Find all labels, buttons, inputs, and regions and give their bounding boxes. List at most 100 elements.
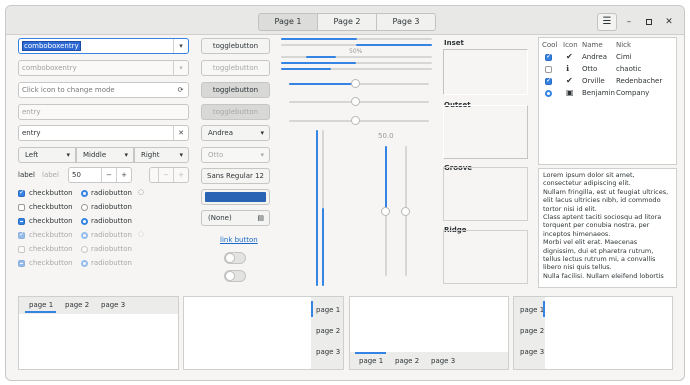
column-header-name[interactable]: Name xyxy=(582,41,603,49)
spin-label: label xyxy=(18,171,35,179)
hscale-1-knob[interactable] xyxy=(351,79,360,88)
text-line: Class aptent taciti sociosqu ad litora xyxy=(543,213,662,222)
align-middle-button[interactable]: Middle ▾ xyxy=(76,147,134,163)
tab-page-1[interactable]: Page 1 xyxy=(258,13,318,31)
row-radio[interactable] xyxy=(545,90,552,97)
radio-1[interactable] xyxy=(81,190,88,197)
notebook-top-tab-1[interactable]: page 1 xyxy=(29,301,53,309)
notebook-left-tab-2[interactable]: page 2 xyxy=(520,327,544,335)
spin-value: 50 xyxy=(72,171,81,179)
align-right-button[interactable]: Right ▾ xyxy=(134,147,189,163)
spin-button[interactable]: 50 − + xyxy=(68,167,132,183)
notebook-left-tab-3[interactable]: page 3 xyxy=(520,348,544,356)
text-line: Nullam fringilla, est ut feugiat ultrice… xyxy=(543,187,669,196)
togglebutton-3[interactable]: togglebutton xyxy=(201,82,270,98)
link-button[interactable]: link button xyxy=(220,236,258,244)
radio-label: radiobutton xyxy=(91,245,132,253)
column-header-icon[interactable]: Icon xyxy=(563,41,578,49)
maximize-button[interactable] xyxy=(641,14,657,30)
progress-fill xyxy=(306,56,336,58)
combo-andrea[interactable]: Andrea ▾ xyxy=(201,125,270,141)
notebook-right-tab-2[interactable]: page 2 xyxy=(316,327,340,335)
togglebutton-2: togglebutton xyxy=(201,60,270,76)
checkbox-1[interactable]: ✓ xyxy=(18,188,25,197)
align-left-button[interactable]: Left ▾ xyxy=(18,147,76,163)
entry-field[interactable]: entry ✕ xyxy=(18,125,189,141)
switch-2[interactable] xyxy=(224,270,246,282)
text-line: inceptos himenaeos. xyxy=(543,229,611,238)
chevron-down-icon[interactable]: ▾ xyxy=(173,39,188,53)
radio-label: radiobutton xyxy=(91,259,132,267)
font-button[interactable]: Sans Regular 12 xyxy=(201,168,270,184)
notebook-right-tab-3[interactable]: page 3 xyxy=(316,348,340,356)
vscale-2-knob xyxy=(401,207,410,216)
spin-minus-button[interactable]: − xyxy=(101,168,116,182)
notebook-top-tabs: page 1 page 2 page 3 xyxy=(19,297,178,314)
checkbox-label: checkbutton xyxy=(29,217,73,225)
combobox-entry-disabled-text: comboboxentry xyxy=(22,64,77,72)
color-button[interactable] xyxy=(201,189,270,205)
spin-plus-disabled: + xyxy=(173,168,188,182)
align-left-label: Left xyxy=(25,151,39,159)
notebook-top-tab-2[interactable]: page 2 xyxy=(65,301,89,309)
document-icon: ▤ xyxy=(257,214,264,222)
notebook-top-tab-3[interactable]: page 3 xyxy=(101,301,125,309)
column-header-nick[interactable]: Nick xyxy=(616,41,631,49)
spin-plus-button[interactable]: + xyxy=(116,168,131,182)
combo-otto: Otto ▾ xyxy=(201,147,270,163)
align-right-label: Right xyxy=(141,151,160,159)
mode-entry[interactable]: Click icon to change mode ⟳ xyxy=(18,82,189,98)
notebook-top: page 1 page 2 page 3 xyxy=(18,296,179,370)
notebook-left-tab-1[interactable]: page 1 xyxy=(520,306,544,314)
notebook-right-tab-1[interactable]: page 1 xyxy=(316,306,340,314)
progressbar-5 xyxy=(281,68,432,70)
checkbox-3[interactable] xyxy=(18,218,25,225)
hscale-3-knob[interactable] xyxy=(351,116,360,125)
refresh-icon[interactable]: ⟳ xyxy=(173,83,188,97)
notebook-bottom-tab-2[interactable]: page 2 xyxy=(395,357,419,365)
hamburger-menu-button[interactable]: ☰ xyxy=(597,13,617,31)
combobox-entry[interactable]: comboboxentry ▾ xyxy=(18,38,189,54)
progress-fill xyxy=(281,38,357,40)
radio-label: radiobutton xyxy=(91,203,132,211)
vprogress xyxy=(316,130,318,286)
file-chooser-label: (None) xyxy=(208,214,232,222)
text-line: tortor nisi id elit. xyxy=(543,204,597,213)
row-nick: Company xyxy=(616,89,650,97)
radio-3[interactable] xyxy=(81,218,88,225)
text-line: elit lacus ultricies nibh, id commodo xyxy=(543,196,661,205)
file-chooser-button[interactable]: (None) ▤ xyxy=(201,210,270,226)
frame-inset xyxy=(443,49,528,95)
combobox-entry-text: comboboxentry xyxy=(22,41,81,51)
row-checkbox[interactable] xyxy=(545,66,552,73)
info-icon: ℹ xyxy=(566,64,570,73)
row-checkbox[interactable]: ✓ xyxy=(545,76,552,85)
row-name: Otto xyxy=(582,65,598,73)
progress-label: 50% xyxy=(349,48,363,55)
radio-2[interactable] xyxy=(81,204,88,211)
entry-disabled-placeholder: entry xyxy=(22,108,41,116)
togglebutton-1[interactable]: togglebutton xyxy=(201,38,270,54)
spin-label-disabled: label xyxy=(42,171,59,179)
progressbar-2 xyxy=(281,44,432,46)
spin-button-disabled: − + xyxy=(149,167,189,183)
tab-page-2[interactable]: Page 2 xyxy=(317,13,377,31)
vscale-1-knob[interactable] xyxy=(381,207,390,216)
column-header-cool[interactable]: Cool xyxy=(542,41,557,49)
checkbox-2[interactable] xyxy=(18,204,25,211)
combo-otto-label: Otto xyxy=(208,151,224,159)
vscale-fill xyxy=(385,146,387,211)
notebook-bottom-tab-1[interactable]: page 1 xyxy=(359,357,383,365)
row-checkbox[interactable]: ✓ xyxy=(545,52,552,61)
tab-page-3[interactable]: Page 3 xyxy=(376,13,436,31)
spinner-icon: ◌ xyxy=(138,230,145,238)
minimize-button[interactable]: – xyxy=(621,14,637,30)
row-nick: chaotic xyxy=(616,65,642,73)
tree-view[interactable]: Cool Icon Name Nick ✓ ✔ Andrea Cimi ℹ Otto cha… xyxy=(538,37,677,165)
notebook-bottom-tab-3[interactable]: page 3 xyxy=(431,357,455,365)
clear-icon[interactable]: ✕ xyxy=(173,126,188,140)
close-button[interactable]: ✕ xyxy=(661,14,677,30)
text-line: tellus lectus rutrum mi, a convallis xyxy=(543,255,656,264)
text-view[interactable]: Lorem ipsum dolor sit amet, consectetur a… xyxy=(538,168,677,288)
switch-1[interactable] xyxy=(224,252,246,264)
